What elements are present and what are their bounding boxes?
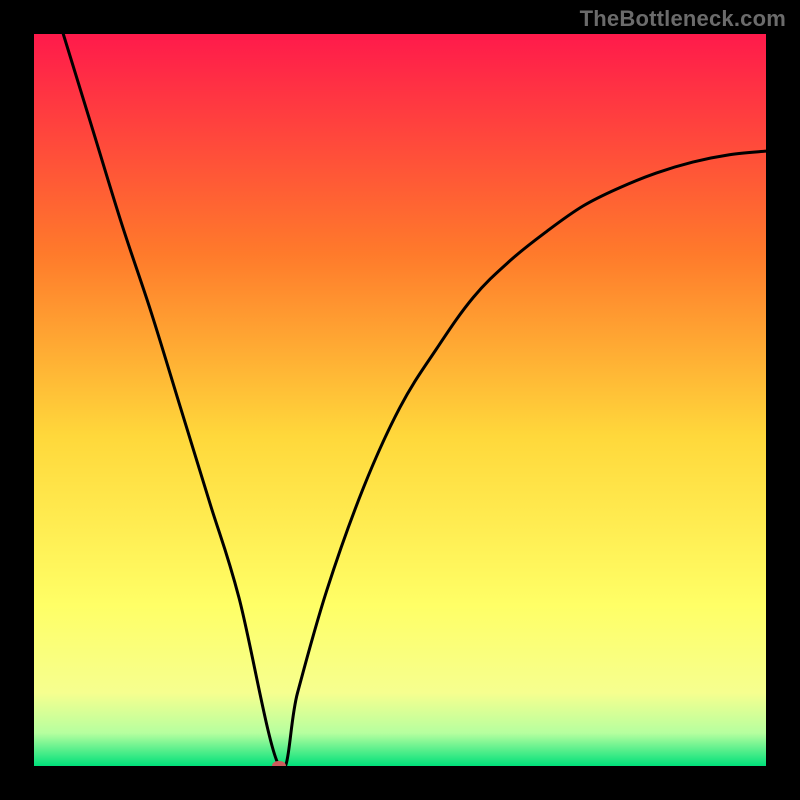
gradient-background <box>34 34 766 766</box>
plot-area <box>34 34 766 766</box>
optimal-point-marker <box>272 761 286 766</box>
watermark-text: TheBottleneck.com <box>580 6 786 32</box>
chart-stage: TheBottleneck.com <box>0 0 800 800</box>
curve-svg <box>34 34 766 766</box>
